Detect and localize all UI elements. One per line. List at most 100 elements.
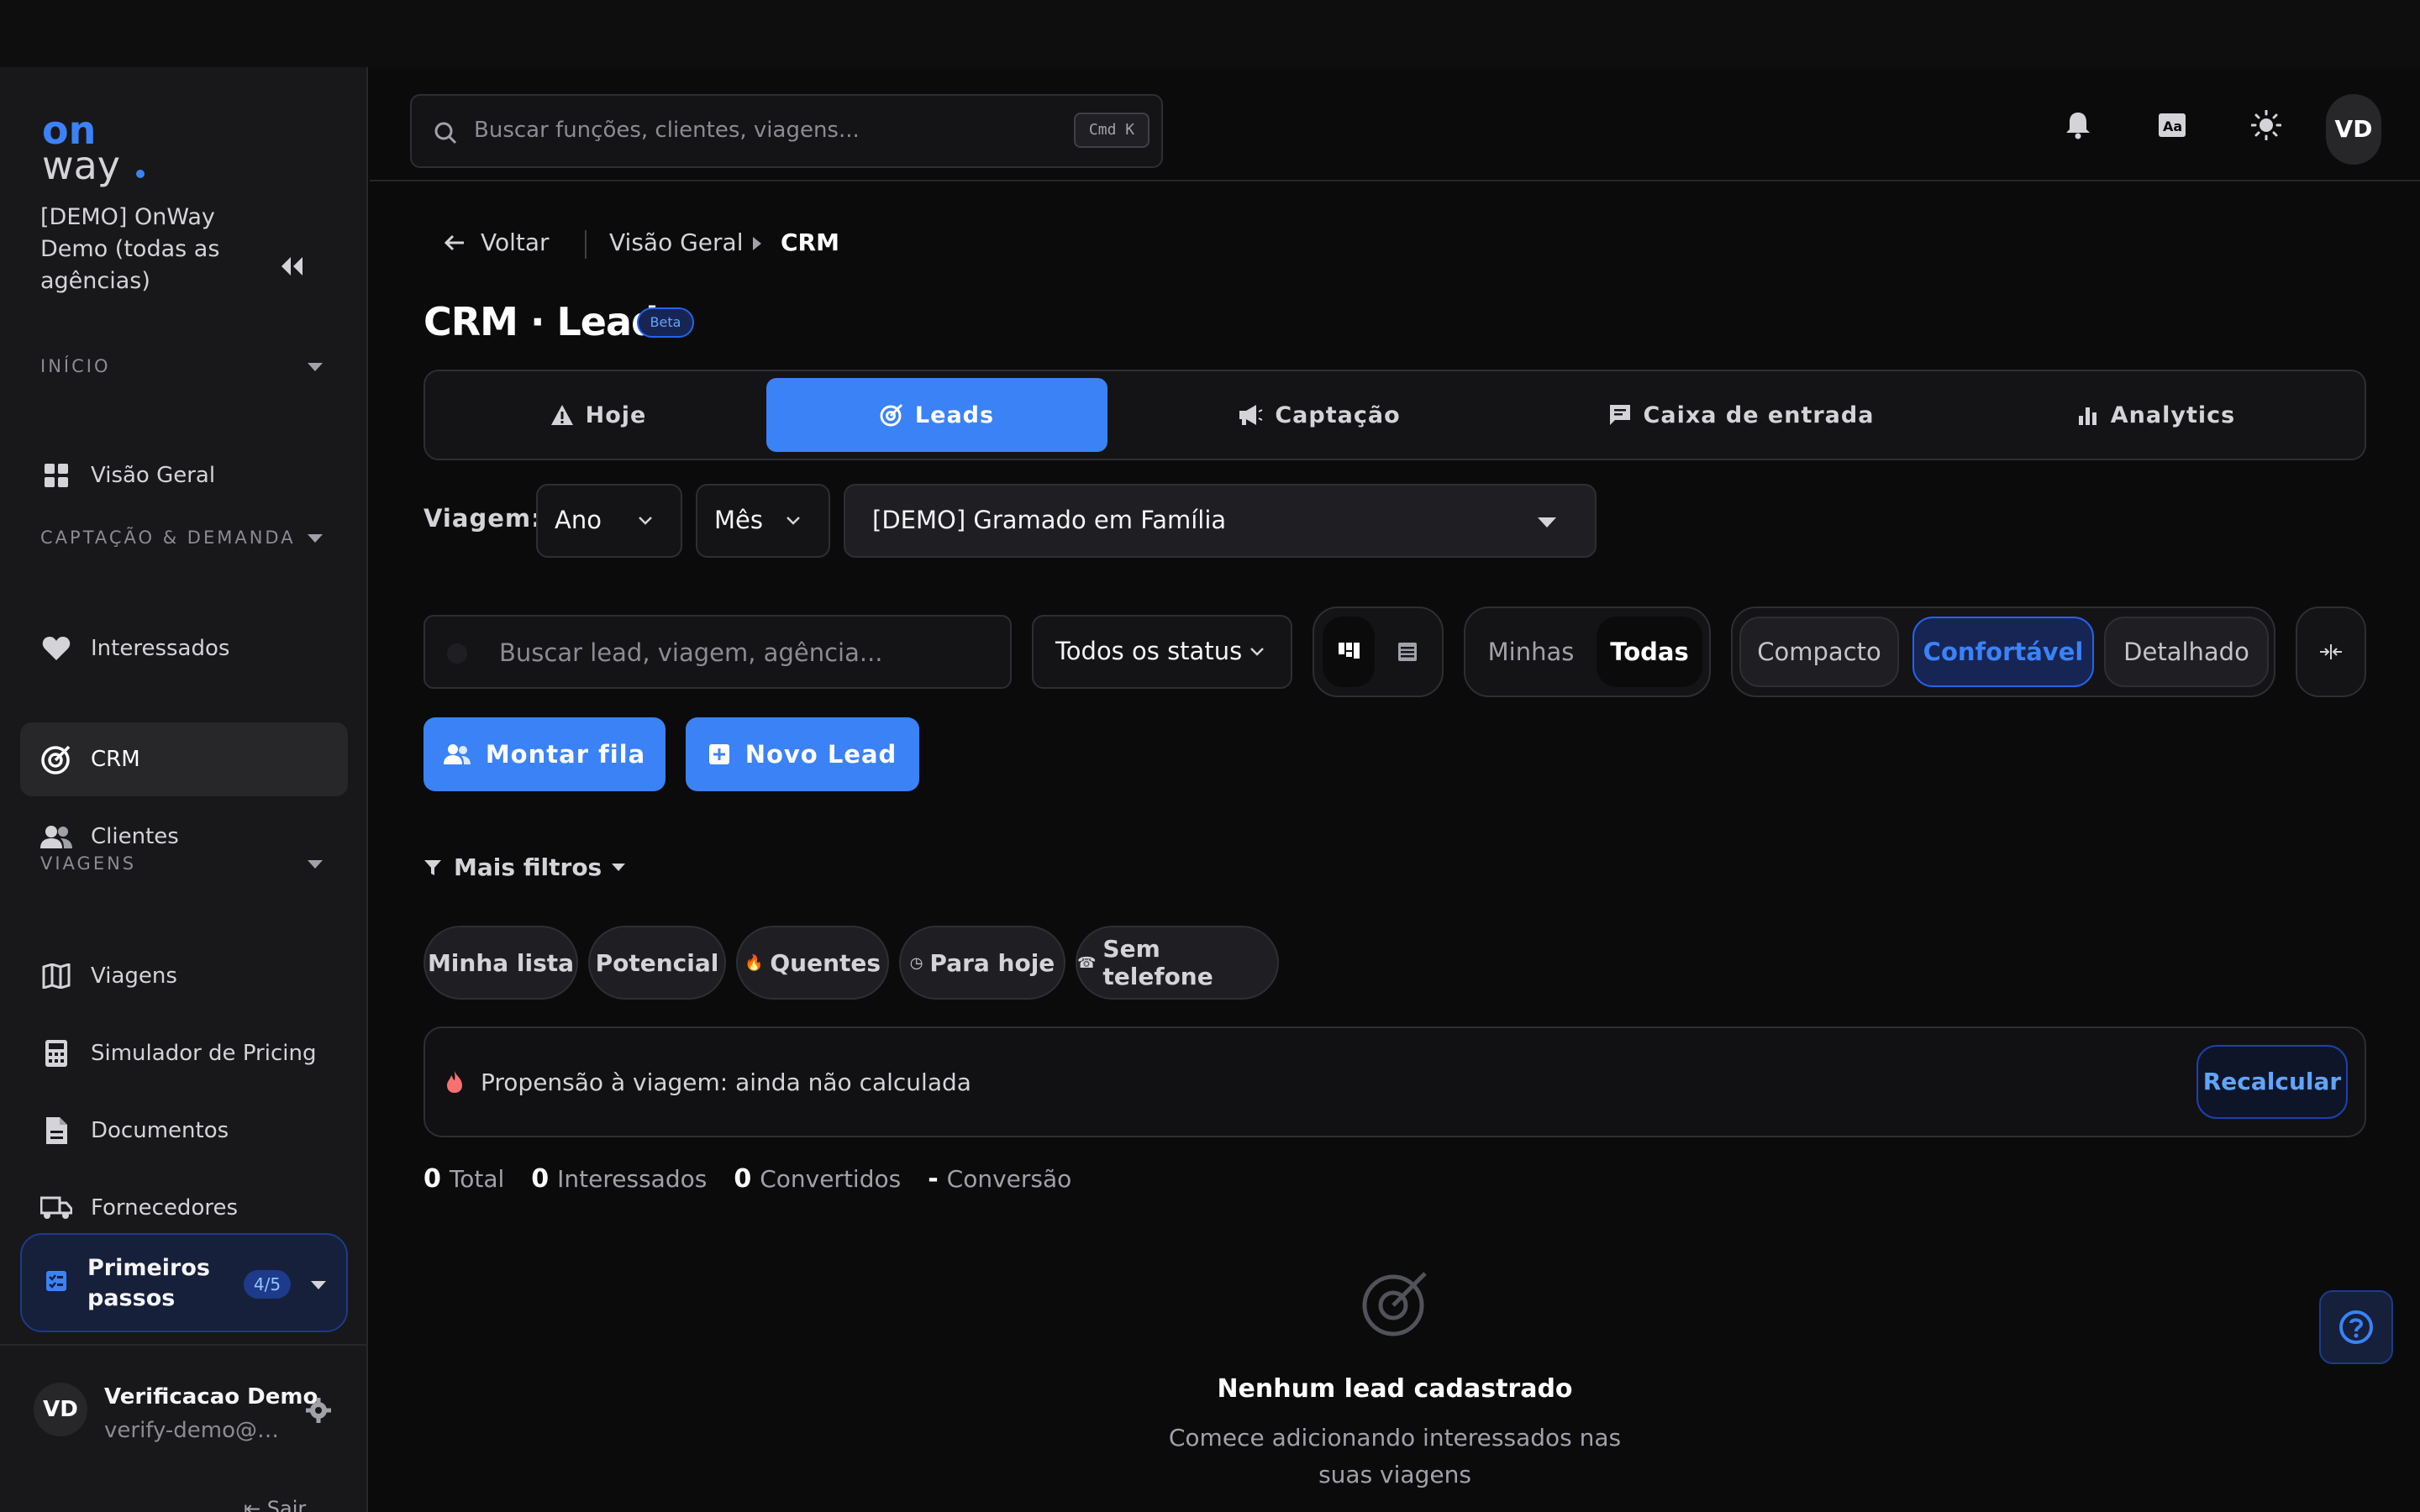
novo-lead-label: Novo Lead: [744, 740, 897, 769]
chip-para-hoje[interactable]: ◷ Para hoje: [899, 926, 1065, 1000]
arrow-left-icon: [444, 234, 464, 250]
chevron-down-icon: [786, 517, 800, 525]
breadcrumb-crm: CRM: [781, 228, 839, 256]
first-steps-card[interactable]: Primeiros passos 4/5: [20, 1233, 348, 1332]
collapse-columns-button[interactable]: [2296, 606, 2366, 697]
density-detalhado-button[interactable]: Detalhado: [2104, 617, 2269, 687]
tab-hoje[interactable]: Hoje: [432, 378, 765, 452]
logout-button[interactable]: ⇤ Sair: [244, 1497, 306, 1512]
section-label-inicio[interactable]: INÍCIO: [40, 356, 110, 376]
density-confortavel-button[interactable]: Confortável: [1912, 617, 2094, 687]
stat-value: -: [928, 1164, 939, 1194]
chevron-down-icon[interactable]: [308, 860, 323, 869]
message-icon: [1608, 403, 1632, 427]
chevron-down-icon[interactable]: [308, 534, 323, 543]
lead-stats: 0 Total 0 Interessados 0 Convertidos - Conve…: [424, 1164, 1098, 1194]
tab-analytics[interactable]: Analytics: [1953, 378, 2360, 452]
target-icon: [880, 403, 903, 427]
tab-leads[interactable]: Leads: [766, 378, 1107, 452]
empty-state-title: Nenhum lead cadastrado: [1217, 1374, 1573, 1404]
montar-fila-button[interactable]: Montar fila: [424, 717, 666, 791]
recalcular-button[interactable]: Recalcular: [2196, 1045, 2348, 1119]
section-label-captacao[interactable]: CAPTAÇÃO & DEMANDA: [40, 528, 296, 548]
tab-caixa-de-entrada[interactable]: Caixa de entrada: [1531, 378, 1951, 452]
user-avatar[interactable]: VD: [34, 1383, 87, 1436]
scope-minhas-button[interactable]: Minhas: [1474, 617, 1588, 687]
stat-total: 0 Total: [424, 1164, 504, 1194]
heart-icon: [40, 633, 72, 664]
clock-icon: ◷: [909, 953, 923, 972]
list-view-button[interactable]: [1381, 617, 1434, 687]
sidebar-item-visao-geral[interactable]: Visão Geral: [20, 438, 348, 512]
scope-toggle: Minhas Todas: [1464, 606, 1711, 697]
kanban-view-button[interactable]: [1323, 617, 1375, 687]
propensity-text: Propensão à viagem: ainda não calculada: [481, 1068, 971, 1096]
logo-way: way: [42, 143, 121, 188]
sidebar-item-viagens[interactable]: Viagens: [20, 939, 348, 1013]
collapse-sidebar-button[interactable]: [271, 245, 313, 287]
fire-icon: 🔥: [744, 953, 764, 972]
chip-sem-telefone[interactable]: ☎ Sem telefone: [1076, 926, 1279, 1000]
chip-potencial[interactable]: Potencial: [588, 926, 726, 1000]
crm-tabs: Hoje Leads Captação Caixa de entrada Ana…: [424, 370, 2366, 460]
more-filters-label: Mais filtros: [454, 853, 602, 881]
sidebar-item-crm[interactable]: CRM: [20, 722, 348, 796]
sun-icon[interactable]: [2245, 104, 2287, 146]
sidebar-item-label: Simulador de Pricing: [91, 1041, 317, 1066]
lead-search-placeholder: Buscar lead, viagem, agência...: [499, 638, 883, 667]
double-chevron-left-icon: [281, 257, 302, 276]
section-label-viagens[interactable]: VIAGENS: [40, 853, 136, 874]
trip-select[interactable]: [DEMO] Gramado em Família: [844, 484, 1597, 558]
organization-name[interactable]: [DEMO] OnWay Demo (todas as agências): [40, 202, 259, 297]
translate-icon[interactable]: Aa: [2151, 104, 2193, 146]
sidebar-item-label: Fornecedores: [91, 1195, 239, 1221]
caret-down-icon: [1538, 517, 1556, 528]
truck-icon: [40, 1192, 72, 1224]
flame-icon: [445, 1070, 464, 1097]
chip-label: Para hoje: [929, 948, 1055, 977]
logout-label: Sair: [266, 1497, 307, 1512]
density-label: Compacto: [1757, 638, 1881, 666]
app-logo[interactable]: on way: [42, 111, 160, 186]
chevron-down-icon[interactable]: [308, 363, 323, 371]
sidebar-item-simulador-pricing[interactable]: Simulador de Pricing: [20, 1016, 348, 1090]
sidebar-item-label: Interessados: [91, 636, 230, 661]
year-select[interactable]: Ano: [536, 484, 682, 558]
stat-value: 0: [734, 1164, 752, 1194]
back-label: Voltar: [481, 228, 550, 256]
sidebar-item-label: Documentos: [91, 1118, 229, 1143]
scope-todas-button[interactable]: Todas: [1597, 617, 1702, 687]
help-button[interactable]: [2319, 1290, 2393, 1364]
back-button[interactable]: Voltar: [444, 228, 550, 256]
header-user-avatar[interactable]: VD: [2326, 94, 2381, 165]
more-filters-button[interactable]: Mais filtros: [424, 853, 626, 881]
sidebar-item-documentos[interactable]: Documentos: [20, 1094, 348, 1168]
breadcrumb-visao-geral[interactable]: Visão Geral: [609, 228, 743, 256]
novo-lead-button[interactable]: Novo Lead: [686, 717, 919, 791]
global-search-input[interactable]: Buscar funções, clientes, viagens... Cmd…: [410, 94, 1163, 168]
status-select[interactable]: Todos os status: [1032, 615, 1292, 689]
plus-square-icon: [708, 743, 730, 765]
caret-down-icon: [612, 864, 626, 871]
chevron-down-icon[interactable]: [311, 1281, 326, 1289]
bell-icon[interactable]: [2057, 104, 2099, 146]
gear-icon[interactable]: [306, 1398, 331, 1426]
density-compacto-button[interactable]: Compacto: [1739, 617, 1899, 687]
stat-conversao: - Conversão: [928, 1164, 1071, 1194]
lead-search-input[interactable]: Buscar lead, viagem, agência...: [424, 615, 1012, 689]
chip-minha-lista[interactable]: Minha lista: [424, 926, 578, 1000]
users-icon: [40, 821, 72, 853]
montar-fila-label: Montar fila: [485, 740, 646, 769]
month-select[interactable]: Mês: [696, 484, 830, 558]
map-icon: [40, 960, 72, 992]
chip-quentes[interactable]: 🔥 Quentes: [736, 926, 889, 1000]
sidebar-divider: [0, 1344, 368, 1346]
stat-convertidos: 0 Convertidos: [734, 1164, 901, 1194]
tab-captacao[interactable]: Captação: [1109, 378, 1529, 452]
propensity-card: Propensão à viagem: ainda não calculada …: [424, 1026, 2366, 1137]
month-select-value: Mês: [714, 506, 763, 534]
grid-icon: [40, 459, 72, 491]
sidebar-item-interessados[interactable]: Interessados: [20, 612, 348, 685]
density-toggle: Compacto Confortável Detalhado: [1731, 606, 2275, 697]
checklist-icon: [45, 1270, 67, 1295]
